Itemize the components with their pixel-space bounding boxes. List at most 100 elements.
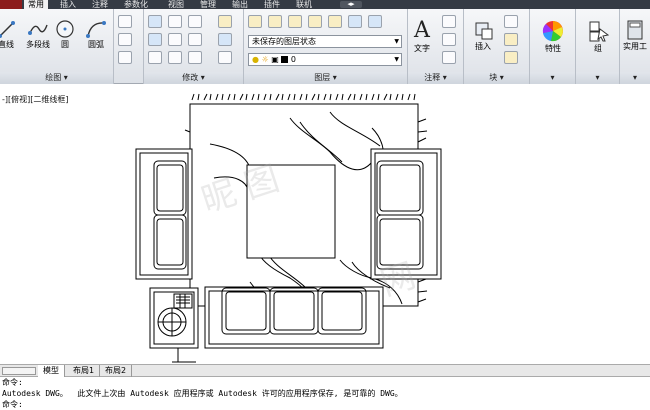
- move-icon[interactable]: [148, 15, 162, 28]
- tab-manage[interactable]: 管理: [196, 0, 220, 9]
- sun-icon: ☼: [261, 55, 269, 64]
- explode-icon[interactable]: [218, 33, 232, 46]
- rug-pattern: [209, 143, 251, 169]
- text-tool[interactable]: A 文字: [410, 19, 434, 54]
- tab-model[interactable]: 模型: [38, 365, 65, 377]
- table-icon[interactable]: [442, 51, 456, 64]
- create-block-icon[interactable]: [504, 15, 518, 28]
- layer-match-icon[interactable]: [348, 15, 362, 28]
- ribbon-minimize-button[interactable]: ◂▸: [340, 1, 362, 8]
- dimension-icon[interactable]: [442, 15, 456, 28]
- coffee-table: [246, 164, 336, 259]
- block-attribute-icon[interactable]: [504, 51, 518, 64]
- trim-icon[interactable]: [188, 15, 202, 28]
- panel-groups-dropdown[interactable]: ▾: [576, 72, 619, 84]
- tab-view[interactable]: 视图: [164, 0, 188, 9]
- insert-block-icon: [475, 22, 493, 40]
- rug-pattern: [267, 253, 307, 289]
- tab-layout2[interactable]: 布局2: [100, 365, 133, 377]
- tab-layout1[interactable]: 布局1: [68, 365, 101, 377]
- layer-state-dropdown[interactable]: 未保存的图层状态 ▼: [248, 35, 402, 48]
- side-table: [149, 287, 199, 363]
- properties-tool[interactable]: 特性: [536, 19, 570, 54]
- group-icon: [589, 21, 610, 42]
- rug-pattern: [299, 121, 343, 163]
- layer-dropdown[interactable]: ● ☼ ▣ 0 ▼: [248, 53, 402, 66]
- ellipse-icon[interactable]: [118, 33, 132, 46]
- circle-label: 圆: [61, 40, 69, 49]
- insert-tool[interactable]: 插入: [470, 19, 496, 52]
- group-tool[interactable]: 组: [582, 19, 614, 54]
- edit-block-icon[interactable]: [504, 33, 518, 46]
- panel-utilities-dropdown[interactable]: ▾: [620, 72, 650, 84]
- insert-label: 插入: [475, 42, 491, 51]
- text-label: 文字: [414, 44, 430, 53]
- layer-color-swatch: [281, 56, 289, 63]
- stretch-icon[interactable]: [148, 51, 162, 64]
- rotate-icon[interactable]: [168, 15, 182, 28]
- tab-home[interactable]: 常用: [24, 0, 48, 9]
- utilities-label: 实用工: [623, 42, 647, 51]
- layer-previous-icon[interactable]: [368, 15, 382, 28]
- layout-nav-arrows[interactable]: [2, 367, 36, 375]
- command-history-line: 命令:: [2, 378, 23, 387]
- tab-online[interactable]: 联机: [292, 0, 316, 9]
- mirror-icon[interactable]: [168, 33, 182, 46]
- line-icon: [0, 21, 15, 38]
- rug-pattern: [213, 176, 249, 191]
- layer-properties-icon[interactable]: [248, 15, 262, 28]
- erase-icon[interactable]: [218, 15, 232, 28]
- panel-properties-dropdown[interactable]: ▾: [530, 72, 575, 84]
- circle-tool[interactable]: 圆: [54, 19, 76, 50]
- menu-bar: 常用 插入 注释 参数化 视图 管理 输出 插件 联机 ◂▸: [0, 0, 650, 9]
- tab-annotate[interactable]: 注释: [88, 0, 112, 9]
- drawing-canvas[interactable]: 昵 图 网: [0, 92, 650, 364]
- command-prompt[interactable]: 命令:: [2, 399, 650, 410]
- leader-icon[interactable]: [442, 33, 456, 46]
- calculator-icon: [627, 20, 643, 40]
- layout-tabs: 模型 布局1 布局2: [0, 364, 650, 377]
- layer-state-icon[interactable]: [268, 15, 282, 28]
- lightbulb-icon: ●: [252, 55, 259, 64]
- utilities-tool[interactable]: 实用工: [620, 19, 650, 52]
- polyline-icon: [28, 24, 48, 35]
- command-line[interactable]: 命令: Autodesk DWG。 此文件上次由 Autodesk 应用程序或 A…: [0, 377, 650, 410]
- layer-isolate-icon[interactable]: [288, 15, 302, 28]
- polyline-label: 多段线: [26, 40, 50, 49]
- fillet-icon[interactable]: [188, 33, 202, 46]
- rug-fringe-top: [191, 93, 416, 101]
- properties-label: 特性: [545, 44, 561, 53]
- floor-plan-drawing: [135, 93, 442, 363]
- panel-modify: 修改 ▾: [144, 9, 244, 84]
- line-tool[interactable]: 直线: [0, 19, 16, 50]
- panel-utilities: 实用工 ▾: [620, 9, 650, 84]
- tab-plugins[interactable]: 插件: [260, 0, 284, 9]
- copy-icon[interactable]: [148, 33, 162, 46]
- panel-block-title: 块 ▾: [464, 72, 529, 84]
- hatch-icon[interactable]: [118, 51, 132, 64]
- app-menu-button[interactable]: [0, 0, 22, 9]
- panel-layers-title: 图层 ▾: [244, 72, 407, 84]
- tab-output[interactable]: 输出: [228, 0, 252, 9]
- tab-insert[interactable]: 插入: [56, 0, 80, 9]
- polyline-tool[interactable]: 多段线: [24, 19, 52, 50]
- chevron-down-icon: ▼: [394, 56, 399, 63]
- scale-icon[interactable]: [168, 51, 182, 64]
- layer-off-icon[interactable]: [328, 15, 342, 28]
- panel-annotation-title: 注释 ▾: [408, 72, 463, 84]
- layer-value: 0: [290, 55, 296, 64]
- panel-properties: 特性 ▾: [530, 9, 576, 84]
- tab-parametric[interactable]: 参数化: [120, 0, 152, 9]
- circle-icon: [56, 20, 74, 38]
- arc-tool[interactable]: 圆弧: [84, 19, 108, 50]
- panel-draw-title: 绘图 ▾: [0, 72, 113, 84]
- array-icon[interactable]: [188, 51, 202, 64]
- left-sofa: [135, 148, 193, 280]
- line-label: 直线: [0, 40, 14, 49]
- panel-layers: 未保存的图层状态 ▼ ● ☼ ▣ 0 ▼ 图层 ▾: [244, 9, 408, 84]
- layer-freeze-icon[interactable]: [308, 15, 322, 28]
- panel-modify-title: 修改 ▾: [144, 72, 243, 84]
- command-history-line: Autodesk DWG。 此文件上次由 Autodesk 应用程序或 Auto…: [2, 389, 403, 398]
- rectangle-icon[interactable]: [118, 15, 132, 28]
- offset-icon[interactable]: [218, 51, 232, 64]
